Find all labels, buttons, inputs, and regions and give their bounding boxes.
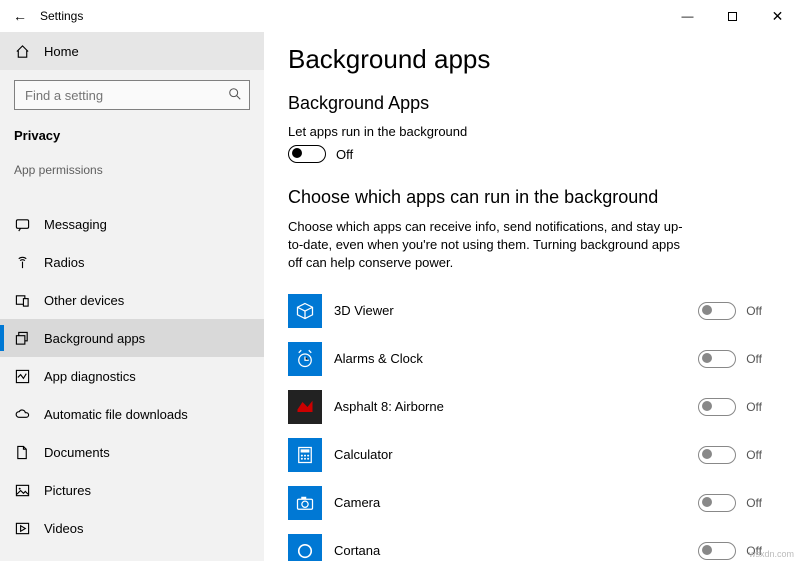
sidebar-item-videos[interactable]: Videos [0,509,264,547]
section2-heading: Choose which apps can run in the backgro… [288,187,776,208]
app-row-alarms: Alarms & Clock Off [288,335,776,383]
videos-icon [14,521,30,536]
page-title: Background apps [288,44,776,75]
sidebar-item-radios[interactable]: Radios [0,243,264,281]
documents-icon [14,445,30,460]
back-button[interactable]: ← [0,8,40,24]
close-button[interactable]: ✕ [755,0,800,32]
sidebar-item-pictures[interactable]: Pictures [0,471,264,509]
app-toggle[interactable] [698,542,736,560]
minimize-button[interactable]: — [665,0,710,32]
home-label: Home [44,44,79,59]
home-icon [14,44,30,59]
group-label: App permissions [0,157,264,183]
app-icon [288,534,322,561]
sidebar-item-tasks[interactable]: Tasks [0,183,264,205]
app-icon [288,342,322,376]
watermark: wsxdn.com [749,549,794,559]
downloads-icon [14,407,30,422]
app-icon [288,390,322,424]
app-diagnostics-icon [14,369,30,384]
app-row-3d-viewer: 3D Viewer Off [288,287,776,335]
app-toggle[interactable] [698,494,736,512]
app-toggle[interactable] [698,302,736,320]
app-row-cortana: Cortana Off [288,527,776,561]
sidebar: Home Privacy App permissions Tasks Messa… [0,32,264,561]
master-toggle-label: Let apps run in the background [288,124,776,139]
sidebar-item-background-apps[interactable]: Background apps [0,319,264,357]
sidebar-item-messaging[interactable]: Messaging [0,205,264,243]
app-row-asphalt: Asphalt 8: Airborne Off [288,383,776,431]
pictures-icon [14,483,30,498]
app-list: 3D Viewer Off Alarms & Clock Off Asphalt… [288,287,776,561]
radios-icon [14,255,30,270]
app-toggle[interactable] [698,398,736,416]
app-icon [288,486,322,520]
sidebar-item-automatic-file-downloads[interactable]: Automatic file downloads [0,395,264,433]
sidebar-item-other-devices[interactable]: Other devices [0,281,264,319]
master-toggle-state: Off [336,147,353,162]
window-title: Settings [40,9,83,23]
messaging-icon [14,217,30,232]
app-icon [288,294,322,328]
content-pane: Background apps Background Apps Let apps… [264,32,800,561]
category-heading: Privacy [0,120,264,157]
app-row-camera: Camera Off [288,479,776,527]
background-apps-icon [14,331,30,346]
app-icon [288,438,322,472]
search-input[interactable] [14,80,250,110]
maximize-button[interactable] [710,0,755,32]
home-nav[interactable]: Home [0,32,264,70]
sidebar-item-app-diagnostics[interactable]: App diagnostics [0,357,264,395]
app-row-calculator: Calculator Off [288,431,776,479]
sidebar-item-documents[interactable]: Documents [0,433,264,471]
app-toggle[interactable] [698,350,736,368]
app-toggle[interactable] [698,446,736,464]
master-toggle[interactable] [288,145,326,163]
other-devices-icon [14,293,30,308]
search-icon [228,87,242,104]
section-heading: Background Apps [288,93,776,114]
section2-description: Choose which apps can receive info, send… [288,218,688,273]
